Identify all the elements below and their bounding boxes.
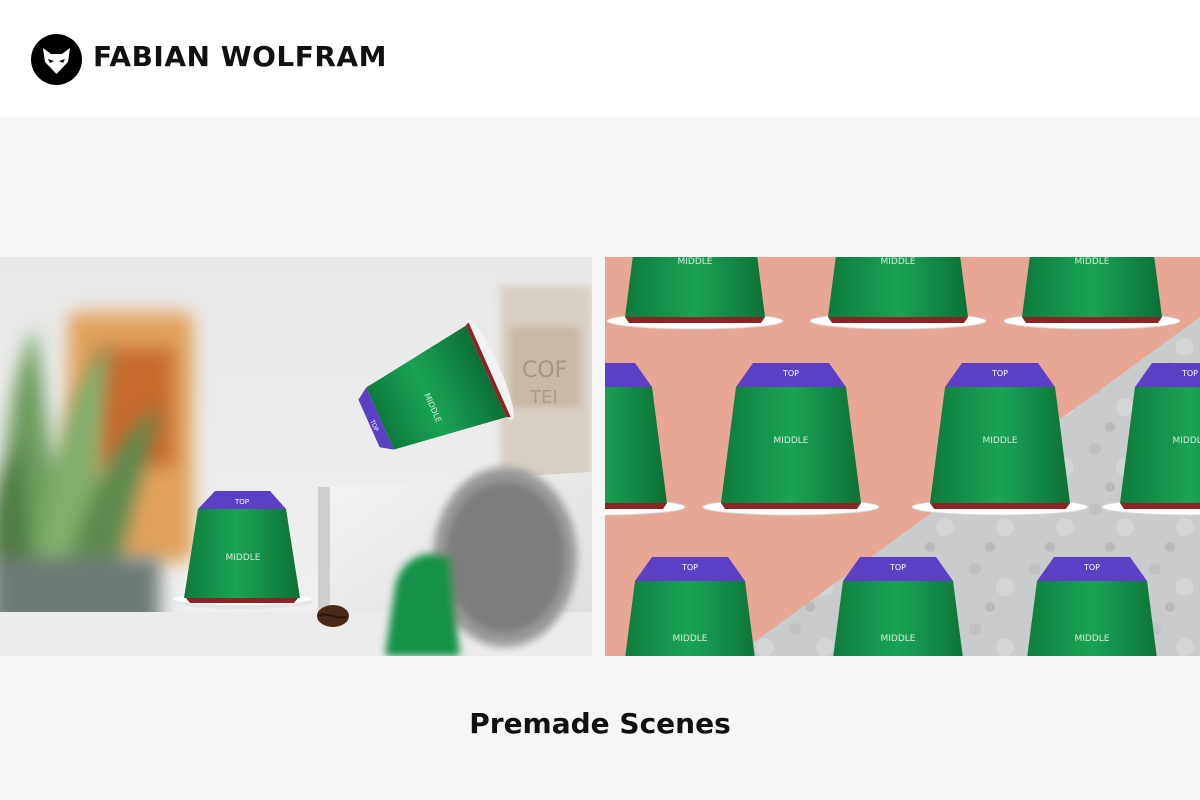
background-box-text-1: COF	[522, 358, 567, 383]
caption: Premade Scenes	[469, 707, 731, 740]
capsule-middle-label: MIDDLE	[1075, 634, 1110, 644]
capsule-top-label: TOP	[1181, 369, 1198, 378]
brand-name: FABIAN WOLFRAM	[93, 40, 387, 73]
capsule-top-label: TOP	[889, 563, 906, 572]
scene-right-flatlay: MIDDLE MIDDLE MIDDLE TOP MIDDLE TOP MIDDLE TOP M…	[605, 257, 1200, 656]
scene-left-photo: COF TEI TOP MIDDLE TOP MIDDLE	[0, 257, 592, 656]
capsule-middle-label: MIDDLE	[1075, 257, 1110, 267]
capsule-top-label: TOP	[681, 563, 698, 572]
coffee-capsule	[606, 257, 784, 330]
capsule-middle-label: MIDDLE	[1173, 436, 1200, 446]
capsule-middle-label: MIDDLE	[881, 634, 916, 644]
capsule-middle-label: MIDDLE	[678, 257, 713, 267]
capsule-middle-label: MIDDLE	[881, 257, 916, 267]
coffee-capsule	[1003, 257, 1181, 330]
fox-head-icon	[31, 34, 82, 85]
coffee-bean-icon	[317, 605, 349, 627]
capsule-middle-label: MIDDLE	[774, 436, 809, 446]
capsule-top-label: TOP	[782, 369, 799, 378]
coffee-capsule	[809, 257, 987, 330]
capsule-top-label: TOP	[991, 369, 1008, 378]
header: FABIAN WOLFRAM	[0, 0, 1200, 117]
capsule-middle-label: MIDDLE	[983, 436, 1018, 446]
capsule-middle-label: MIDDLE	[673, 634, 708, 644]
capsule-top-label: TOP	[1083, 563, 1100, 572]
background-box-text-2: TEI	[529, 387, 558, 408]
upright-capsule-top-label: TOP	[234, 498, 249, 506]
upright-capsule-middle-label: MIDDLE	[226, 553, 261, 563]
